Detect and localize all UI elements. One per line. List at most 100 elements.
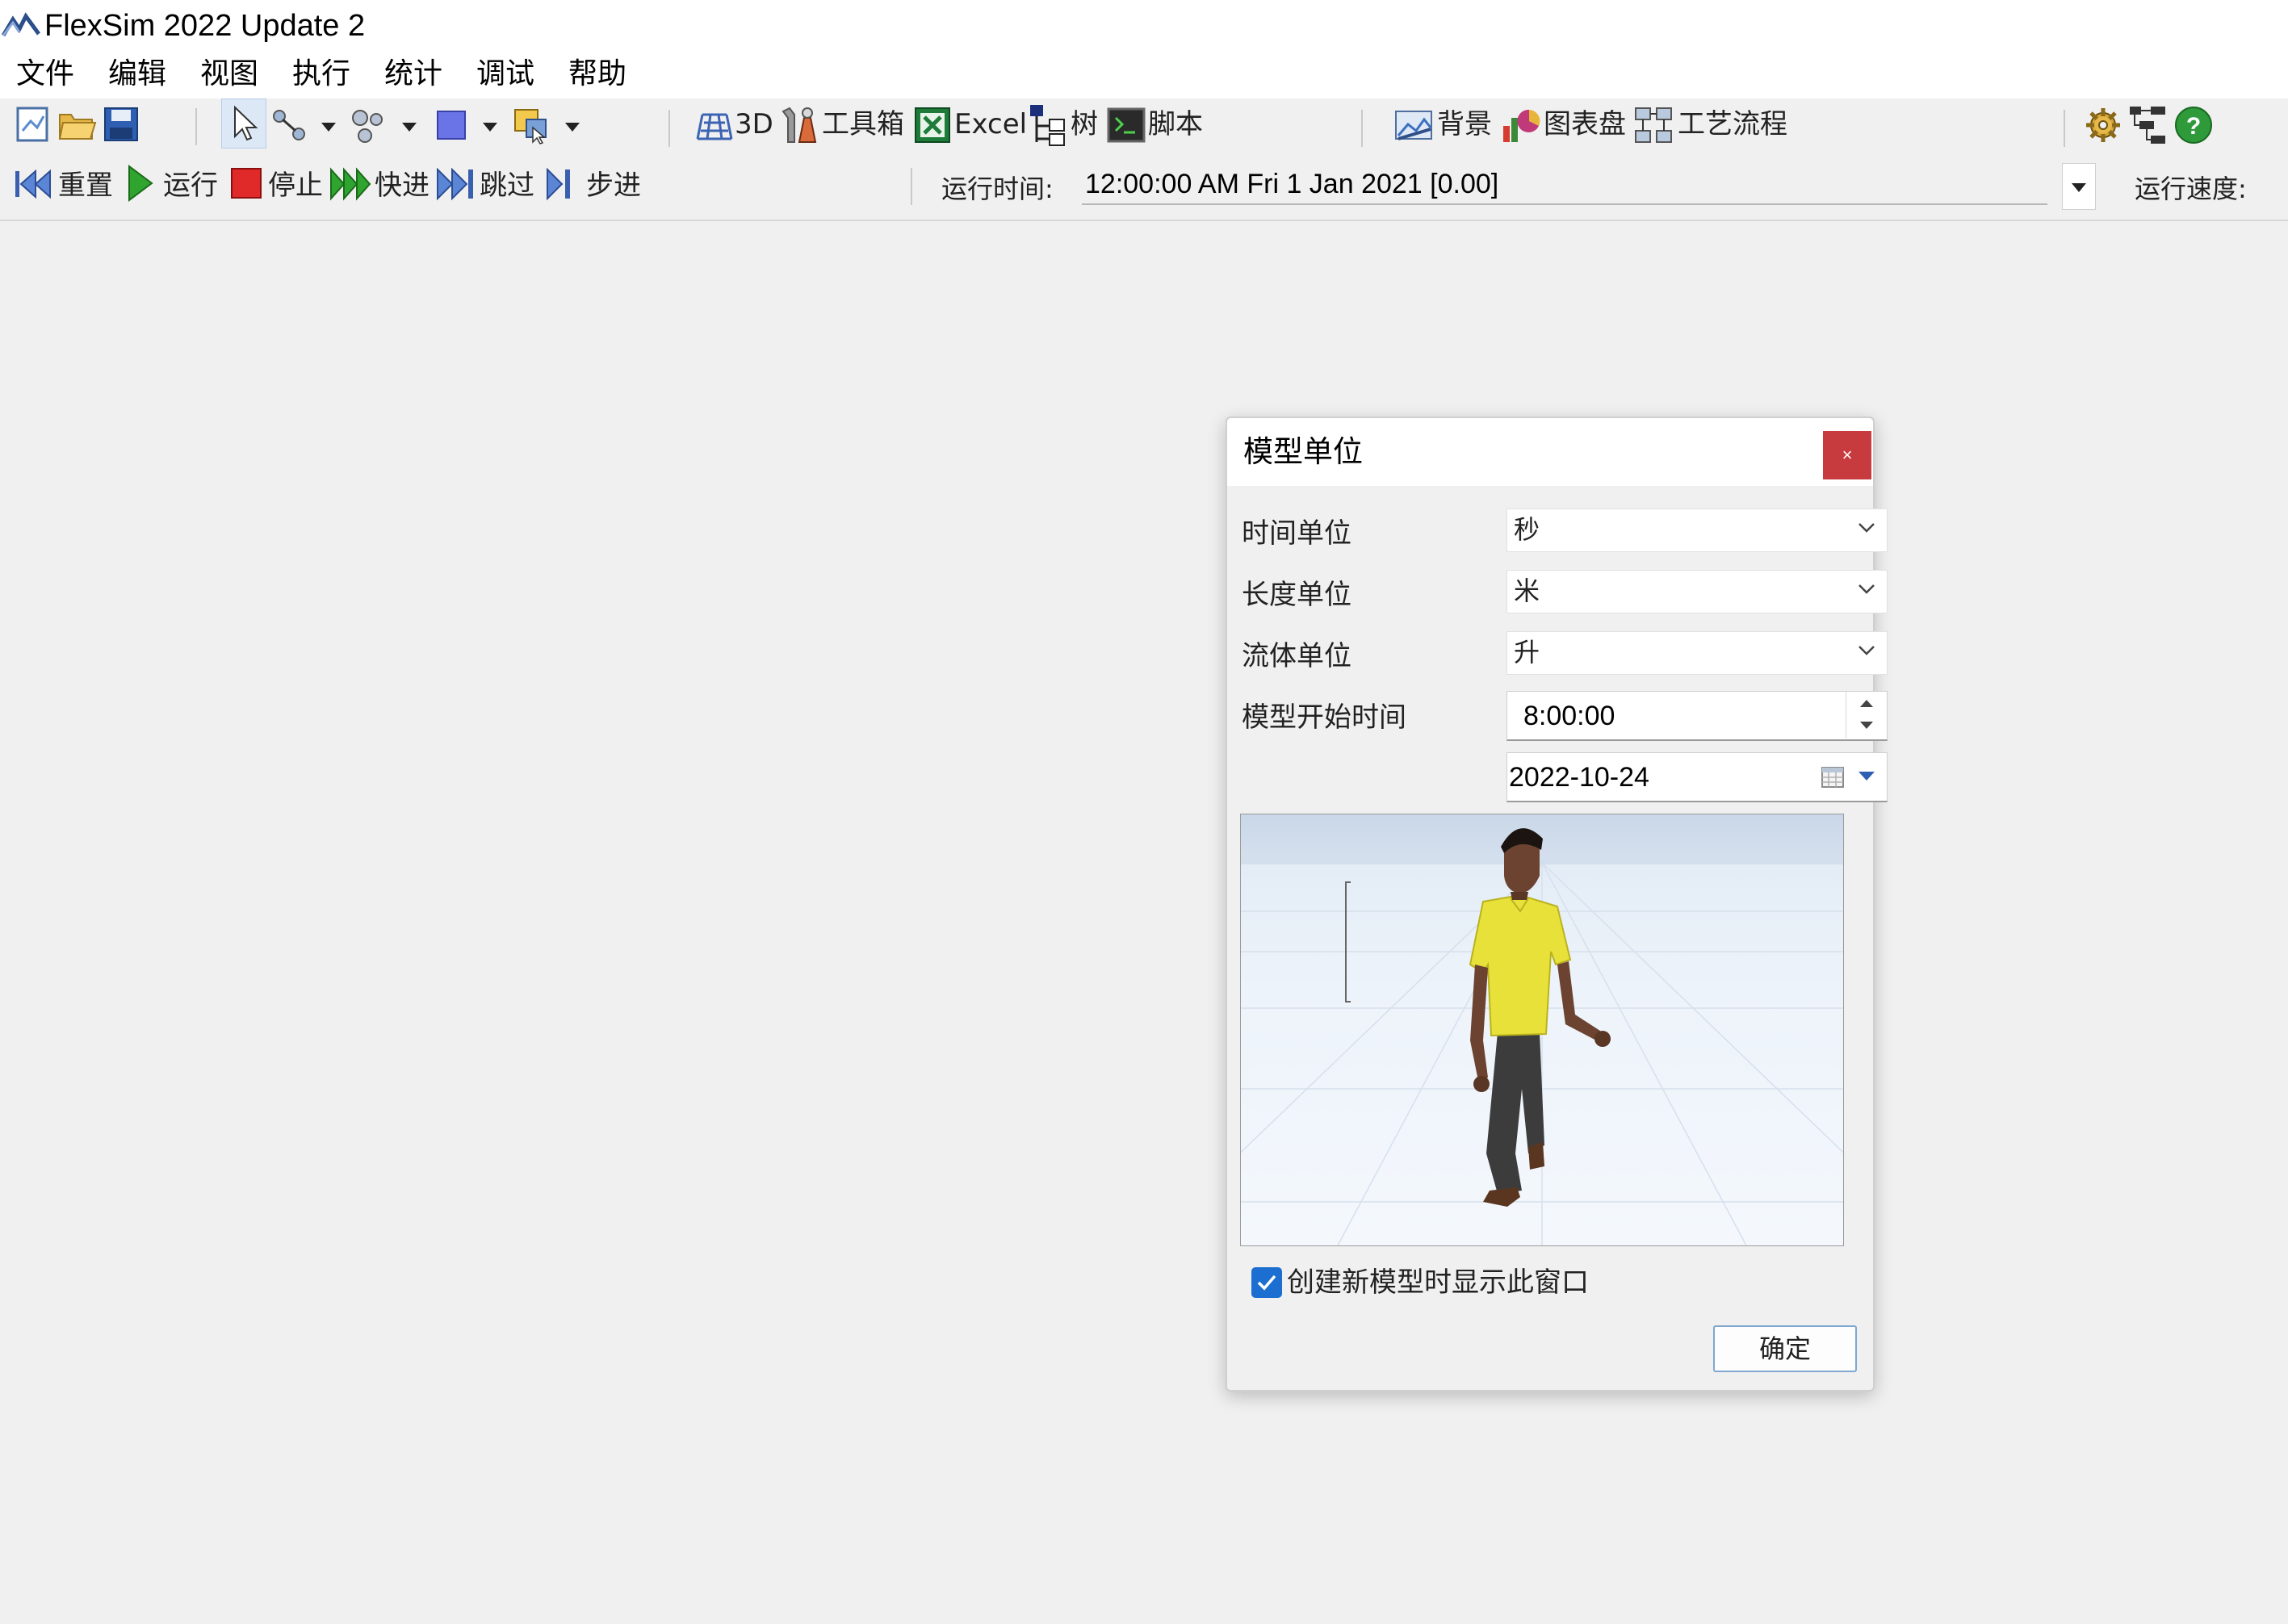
connect-dropdown-icon[interactable] bbox=[321, 123, 336, 132]
script-label[interactable]: 脚本 bbox=[1148, 108, 1203, 140]
start-time-spinner[interactable]: 8:00:00 bbox=[1506, 691, 1888, 741]
start-date-value: 2022-10-24 bbox=[1509, 762, 1649, 793]
dashboard-label[interactable]: 图表盘 bbox=[1544, 108, 1626, 140]
run-control-bar: 重置 运行 停止 快进 跳过 步进 运行时间: 12:00:00 AM Fri … bbox=[0, 157, 2288, 221]
menu-help[interactable]: 帮助 bbox=[568, 57, 626, 92]
toolbox-label[interactable]: 工具箱 bbox=[822, 108, 904, 140]
excel-label[interactable]: Excel bbox=[954, 108, 1027, 140]
show-on-new-model-checkbox[interactable] bbox=[1251, 1267, 1282, 1298]
run-time-field[interactable]: 12:00:00 AM Fri 1 Jan 2021 [0.00] bbox=[1082, 163, 2047, 205]
time-unit-select[interactable]: 秒 bbox=[1506, 509, 1888, 552]
toolbar-separator bbox=[2064, 110, 2065, 147]
chevron-down-icon bbox=[2072, 183, 2086, 192]
help-icon[interactable]: ? bbox=[2173, 105, 2214, 145]
svg-text:?: ? bbox=[2186, 113, 2201, 140]
background-label[interactable]: 背景 bbox=[1437, 108, 1492, 140]
cursor-arrow-icon bbox=[234, 105, 258, 141]
select-mode-button[interactable] bbox=[221, 98, 266, 149]
unit-preview-3d bbox=[1240, 814, 1844, 1246]
close-icon: × bbox=[1842, 445, 1853, 465]
model-units-dialog: 模型单位 × 时间单位 秒 长度单位 米 流体单位 升 模型开始时间 8:00:… bbox=[1226, 416, 1888, 1392]
start-time-label: 模型开始时间 bbox=[1242, 701, 1406, 734]
chevron-down-icon bbox=[1858, 584, 1875, 594]
fluid-unit-select[interactable]: 升 bbox=[1506, 631, 1888, 675]
person-3d-icon bbox=[1469, 828, 1611, 1207]
run-time-label: 运行时间: bbox=[941, 174, 1054, 204]
title-bar: FlexSim 2022 Update 2 bbox=[0, 0, 2288, 50]
menu-statistics[interactable]: 统计 bbox=[384, 57, 442, 92]
stop-icon[interactable] bbox=[229, 166, 263, 200]
menu-execute[interactable]: 执行 bbox=[292, 57, 350, 92]
menu-edit[interactable]: 编辑 bbox=[108, 57, 166, 92]
toolbar-separator bbox=[911, 168, 912, 205]
run-time-dropdown-button[interactable] bbox=[2062, 163, 2096, 210]
time-unit-value: 秒 bbox=[1514, 514, 1540, 545]
stop-label[interactable]: 停止 bbox=[268, 170, 323, 202]
skip-label[interactable]: 跳过 bbox=[480, 170, 534, 202]
run-play-icon[interactable] bbox=[126, 163, 155, 203]
flexsim-logo-icon bbox=[2, 12, 40, 37]
tree-icon[interactable] bbox=[1029, 103, 1067, 147]
create-objects-icon[interactable] bbox=[349, 107, 391, 147]
start-time-value: 8:00:00 bbox=[1523, 701, 1615, 731]
save-icon[interactable] bbox=[102, 105, 140, 144]
dashboard-chart-icon[interactable] bbox=[1500, 105, 1542, 145]
ok-button[interactable]: 确定 bbox=[1713, 1325, 1857, 1372]
fluid-unit-label: 流体单位 bbox=[1242, 640, 1351, 672]
menu-debug[interactable]: 调试 bbox=[476, 57, 534, 92]
select-objects-dropdown-icon[interactable] bbox=[565, 123, 580, 132]
connect-objects-icon[interactable] bbox=[270, 107, 310, 145]
checkmark-icon bbox=[1257, 1275, 1276, 1291]
length-unit-label: 长度单位 bbox=[1242, 579, 1351, 611]
run-label[interactable]: 运行 bbox=[163, 170, 218, 202]
grid-3d-icon[interactable] bbox=[694, 107, 735, 145]
process-flow-icon[interactable] bbox=[1632, 105, 1674, 145]
toolbar-separator bbox=[668, 110, 670, 147]
settings-gear-icon[interactable] bbox=[2083, 105, 2123, 145]
menu-view[interactable]: 视图 bbox=[200, 57, 258, 92]
excel-icon[interactable] bbox=[912, 105, 953, 145]
toolbar-separator bbox=[1361, 110, 1363, 147]
time-unit-label: 时间单位 bbox=[1242, 517, 1351, 550]
fast-forward-label[interactable]: 快进 bbox=[375, 170, 430, 202]
close-button[interactable]: × bbox=[1823, 431, 1871, 479]
main-toolbar: 3D 工具箱 Excel 树 脚本 背景 图表盘 工艺流程 ? bbox=[0, 98, 2288, 155]
run-speed-label: 运行速度: bbox=[2135, 174, 2247, 204]
reset-label[interactable]: 重置 bbox=[58, 170, 113, 202]
chevron-down-icon bbox=[1858, 646, 1875, 655]
open-folder-icon[interactable] bbox=[57, 105, 97, 144]
menu-bar: 文件 编辑 视图 执行 统计 调试 帮助 bbox=[0, 50, 2288, 98]
model-tree-icon[interactable] bbox=[2128, 103, 2169, 147]
step-label[interactable]: 步进 bbox=[586, 170, 641, 202]
shape-dropdown-icon[interactable] bbox=[483, 123, 497, 132]
calendar-icon[interactable] bbox=[1821, 764, 1845, 789]
background-icon[interactable] bbox=[1393, 107, 1434, 144]
menu-file[interactable]: 文件 bbox=[16, 57, 74, 92]
script-console-icon[interactable] bbox=[1106, 105, 1146, 145]
toolbar-separator bbox=[195, 108, 197, 145]
spin-up-icon[interactable] bbox=[1859, 698, 1874, 708]
shape-icon[interactable] bbox=[434, 108, 468, 142]
process-flow-label[interactable]: 工艺流程 bbox=[1678, 108, 1787, 140]
fast-forward-icon[interactable] bbox=[329, 166, 375, 202]
create-dropdown-icon[interactable] bbox=[402, 123, 417, 132]
time-spinner-buttons bbox=[1846, 692, 1887, 739]
view-3d-label[interactable]: 3D bbox=[735, 108, 773, 140]
chevron-down-icon bbox=[1858, 523, 1875, 533]
length-unit-select[interactable]: 米 bbox=[1506, 570, 1888, 613]
start-date-field[interactable]: 2022-10-24 bbox=[1506, 752, 1888, 802]
tree-label[interactable]: 树 bbox=[1071, 108, 1098, 140]
reset-icon[interactable] bbox=[13, 166, 53, 202]
window-title: FlexSim 2022 Update 2 bbox=[44, 9, 366, 43]
step-icon[interactable] bbox=[546, 166, 576, 202]
length-unit-value: 米 bbox=[1514, 576, 1540, 606]
select-objects-icon[interactable] bbox=[512, 105, 552, 145]
skip-icon[interactable] bbox=[436, 166, 478, 202]
show-on-new-model-label[interactable]: 创建新模型时显示此窗口 bbox=[1287, 1266, 1589, 1300]
new-model-icon[interactable] bbox=[15, 105, 52, 144]
spin-down-icon[interactable] bbox=[1859, 721, 1874, 730]
dialog-title: 模型单位 bbox=[1243, 434, 1363, 469]
chevron-down-icon[interactable] bbox=[1858, 771, 1875, 782]
fluid-unit-value: 升 bbox=[1514, 637, 1540, 668]
toolbox-icon[interactable] bbox=[780, 105, 817, 145]
